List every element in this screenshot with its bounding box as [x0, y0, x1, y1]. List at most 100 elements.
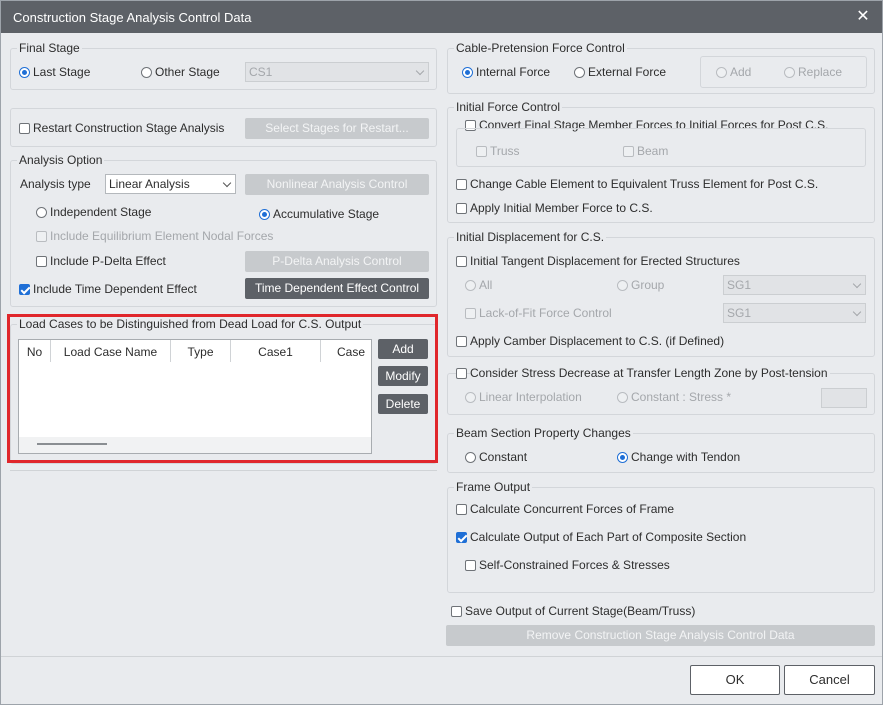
independent-stage-radio[interactable] [36, 207, 47, 218]
last-stage-label[interactable]: Last Stage [33, 65, 90, 79]
other-stage-label[interactable]: Other Stage [155, 65, 220, 79]
analysis-type-select[interactable]: Linear Analysis [105, 174, 236, 194]
group-label: Group [631, 278, 665, 292]
concurrent-forces-checkbox[interactable] [456, 504, 467, 515]
beam-section-title: Beam Section Property Changes [454, 426, 633, 440]
last-stage-radio[interactable] [19, 67, 30, 78]
stress-decrease-label[interactable]: Consider Stress Decrease at Transfer Len… [470, 366, 830, 380]
modify-load-case-button[interactable]: Modify [378, 366, 428, 386]
time-dependent-checkbox[interactable] [19, 284, 30, 295]
column-header-no[interactable]: No [19, 340, 51, 362]
beam-checkbox [623, 146, 634, 157]
pdelta-checkbox[interactable] [36, 256, 47, 267]
tangent-displacement-label[interactable]: Initial Tangent Displacement for Erected… [470, 254, 740, 268]
self-constrained-label[interactable]: Self-Constrained Forces & Stresses [479, 558, 670, 572]
ok-button[interactable]: OK [690, 665, 780, 695]
save-output-label[interactable]: Save Output of Current Stage(Beam/Truss) [465, 604, 695, 618]
equilibrium-checkbox [36, 231, 47, 242]
composite-section-label[interactable]: Calculate Output of Each Part of Composi… [470, 530, 746, 544]
dialog-title: Construction Stage Analysis Control Data [13, 10, 252, 25]
column-header-load-case-name[interactable]: Load Case Name [51, 340, 171, 362]
cable-pretension-title: Cable-Pretension Force Control [454, 41, 627, 55]
stage-select-value: CS1 [249, 65, 273, 79]
all-label: All [479, 278, 493, 292]
tangent-displacement-checkbox[interactable] [456, 256, 467, 267]
camber-checkbox[interactable] [456, 336, 467, 347]
dialog-window: Construction Stage Analysis Control Data… [0, 0, 883, 705]
stage-select[interactable]: CS1 [245, 62, 429, 82]
other-stage-radio[interactable] [141, 67, 152, 78]
apply-initial-force-label[interactable]: Apply Initial Member Force to C.S. [470, 201, 653, 215]
restart-checkbox[interactable] [19, 123, 30, 134]
add-load-case-button[interactable]: Add [378, 339, 428, 359]
equilibrium-label: Include Equilibrium Element Nodal Forces [50, 229, 274, 243]
left-divider [10, 470, 437, 471]
change-with-tendon-label[interactable]: Change with Tendon [631, 450, 740, 464]
analysis-type-label: Analysis type [20, 177, 91, 191]
cancel-button[interactable]: Cancel [784, 665, 875, 695]
load-cases-title: Load Cases to be Distinguished from Dead… [17, 317, 364, 331]
horizontal-scrollbar[interactable] [19, 437, 371, 453]
change-cable-checkbox[interactable] [456, 179, 467, 190]
constant-label[interactable]: Constant [479, 450, 527, 464]
internal-force-label[interactable]: Internal Force [476, 65, 550, 79]
frame-output-title: Frame Output [454, 480, 533, 494]
constant-stress-radio [617, 392, 628, 403]
select-stages-restart-button[interactable]: Select Stages for Restart... [245, 118, 429, 139]
external-force-radio[interactable] [574, 67, 585, 78]
external-force-label[interactable]: External Force [588, 65, 666, 79]
time-dependent-control-button[interactable]: Time Dependent Effect Control [245, 278, 429, 299]
footer-divider [1, 656, 882, 657]
scrollbar-thumb[interactable] [37, 443, 107, 445]
camber-label[interactable]: Apply Camber Displacement to C.S. (if De… [470, 334, 724, 348]
linear-interpolation-label: Linear Interpolation [479, 390, 582, 404]
chevron-down-icon [852, 307, 862, 317]
stress-decrease-checkbox[interactable] [456, 368, 467, 379]
concurrent-forces-label[interactable]: Calculate Concurrent Forces of Frame [470, 502, 674, 516]
analysis-type-value: Linear Analysis [109, 177, 190, 191]
composite-section-checkbox[interactable] [456, 532, 467, 543]
accumulative-stage-label[interactable]: Accumulative Stage [273, 207, 379, 221]
group-select-value: SG1 [727, 278, 752, 292]
column-header-case[interactable]: Case [321, 340, 371, 362]
internal-force-radio[interactable] [462, 67, 473, 78]
lack-of-fit-checkbox [465, 308, 476, 319]
change-with-tendon-radio[interactable] [617, 452, 628, 463]
time-dependent-label[interactable]: Include Time Dependent Effect [33, 282, 197, 296]
change-cable-label[interactable]: Change Cable Element to Equivalent Truss… [470, 177, 818, 191]
self-constrained-checkbox[interactable] [465, 560, 476, 571]
title-bar: Construction Stage Analysis Control Data… [1, 1, 882, 33]
chevron-down-icon [222, 178, 232, 188]
load-cases-table[interactable]: No Load Case Name Type Case1 Case [18, 339, 372, 454]
initial-displacement-title: Initial Displacement for C.S. [454, 230, 607, 244]
analysis-option-title: Analysis Option [17, 153, 105, 167]
constant-stress-input [821, 388, 867, 408]
linear-interpolation-radio [465, 392, 476, 403]
beam-label: Beam [637, 144, 669, 158]
chevron-down-icon [415, 66, 425, 76]
all-radio [465, 280, 476, 291]
column-header-case1[interactable]: Case1 [231, 340, 321, 362]
lack-of-fit-label: Lack-of-Fit Force Control [479, 306, 612, 320]
lack-of-fit-select: SG1 [723, 303, 866, 323]
independent-stage-label[interactable]: Independent Stage [50, 205, 151, 219]
constant-radio[interactable] [465, 452, 476, 463]
nonlinear-analysis-control-button[interactable]: Nonlinear Analysis Control [245, 174, 429, 195]
cable-add-label: Add [730, 65, 752, 79]
restart-label[interactable]: Restart Construction Stage Analysis [33, 121, 224, 135]
group-select: SG1 [723, 275, 866, 295]
close-icon[interactable]: ✕ [852, 6, 874, 28]
cable-replace-label: Replace [798, 65, 843, 79]
remove-control-data-button[interactable]: Remove Construction Stage Analysis Contr… [446, 625, 875, 646]
cable-replace-radio [784, 67, 795, 78]
lack-of-fit-select-value: SG1 [727, 306, 752, 320]
final-stage-title: Final Stage [17, 41, 82, 55]
save-output-checkbox[interactable] [451, 606, 462, 617]
column-header-type[interactable]: Type [171, 340, 231, 362]
truss-checkbox [476, 146, 487, 157]
pdelta-label[interactable]: Include P-Delta Effect [50, 254, 166, 268]
apply-initial-force-checkbox[interactable] [456, 203, 467, 214]
pdelta-analysis-control-button[interactable]: P-Delta Analysis Control [245, 251, 429, 272]
delete-load-case-button[interactable]: Delete [378, 394, 428, 414]
accumulative-stage-radio[interactable] [259, 209, 270, 220]
